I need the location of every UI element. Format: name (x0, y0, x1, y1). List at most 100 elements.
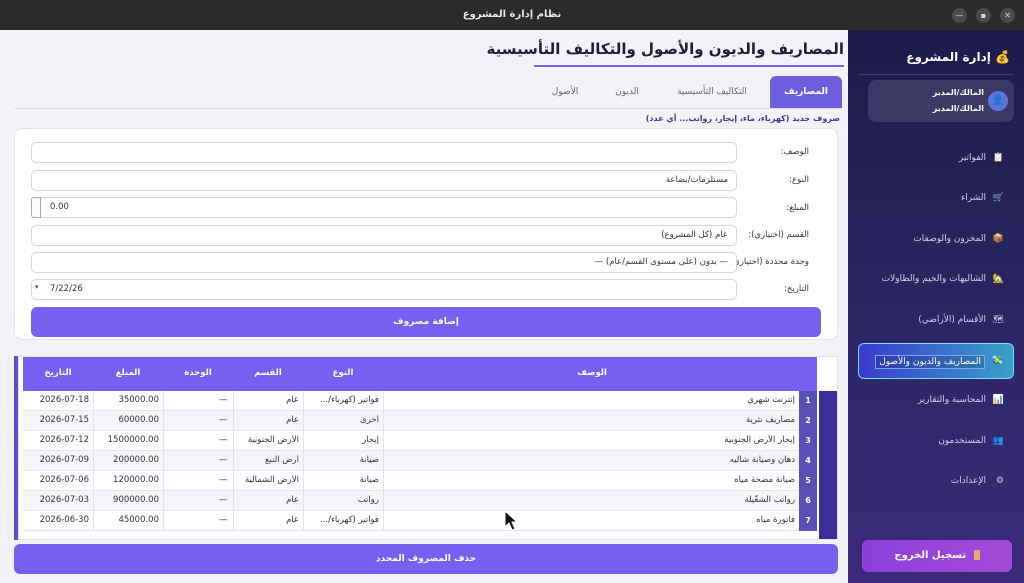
col-divider (303, 471, 304, 491)
row-number: 1 (799, 391, 817, 411)
sidebar-item-label: الأقسام (الأراضي) (918, 315, 986, 325)
sidebar-item-expenses[interactable]: 💸 المصاريف والديون والأصول (858, 343, 1014, 379)
sidebar-item-invoices[interactable]: 📋 الفواتير (858, 144, 1014, 174)
date-input[interactable]: 7/22/26 (31, 279, 737, 300)
logout-label: تسجيل الخروج (894, 550, 967, 561)
user-role: المالك/المدير (932, 88, 984, 97)
section-label: القسم (اختياري): (748, 230, 809, 240)
cell-unit: — (219, 395, 228, 405)
sidebar-item-label: المصاريف والديون والأصول (875, 355, 985, 369)
logout-button[interactable]: تسجيل الخروج (862, 540, 1012, 572)
sidebar-item-label: الإعدادات (950, 476, 986, 486)
tab-debts[interactable]: الديون (592, 76, 662, 108)
header-section[interactable]: القسم (233, 368, 303, 378)
table-row[interactable]: 3 إيجار الأرض الجنوبية إيجار الأرض الجنو… (23, 431, 817, 451)
amount-stepper[interactable] (31, 197, 41, 218)
col-divider (163, 411, 164, 431)
sidebar-item-users[interactable]: 👥 المستخدمون (858, 427, 1014, 457)
mouse-cursor-icon (504, 510, 518, 531)
row-number: 6 (799, 491, 817, 511)
sidebar-item-purchasing[interactable]: 🛒 الشراء (858, 184, 1014, 214)
col-divider (93, 511, 94, 531)
sidebar-item-accounting[interactable]: 📊 المحاسبة والتقارير (858, 386, 1014, 416)
table-row[interactable]: 1 إنترنت شهري فواتير (كهرباء/... عام — 3… (23, 391, 817, 411)
maximize-button[interactable]: ▪ (976, 8, 991, 23)
date-label: التاريخ: (784, 284, 809, 294)
sidebar-item-label: الفواتير (958, 153, 986, 163)
cell-date: 2026-07-06 (39, 475, 89, 485)
sidebar-item-chalets[interactable]: 🏡 الشاليهات والخيم والطاولات (858, 265, 1014, 295)
col-divider (163, 491, 164, 511)
col-divider (233, 491, 234, 511)
sidebar-item-inventory[interactable]: 📦 المخزون والوصفات (858, 225, 1014, 255)
cell-description: صيانة مضخة مياه (734, 475, 795, 485)
tab-assets[interactable]: الأصول (530, 76, 600, 108)
cell-unit: — (219, 475, 228, 485)
cell-date: 2026-07-12 (39, 435, 89, 445)
close-button[interactable]: ✕ (1000, 8, 1015, 23)
unit-select[interactable]: — بدون (على مستوى القسم/عام) — (31, 252, 737, 273)
col-divider (93, 491, 94, 511)
col-divider (383, 431, 384, 451)
col-divider (233, 451, 234, 471)
col-divider (163, 451, 164, 471)
row-number: 2 (799, 411, 817, 431)
col-divider (93, 391, 94, 411)
cell-section: الأرض الجنوبية (247, 435, 299, 445)
chevron-down-icon[interactable]: ▾ (35, 283, 39, 291)
cell-amount: 60000.00 (118, 415, 159, 425)
tab-setup-costs[interactable]: التكاليف التأسيسية (662, 76, 762, 108)
amount-input[interactable]: 0.00 (31, 197, 737, 218)
col-divider (303, 411, 304, 431)
cell-description: رواتب الشغّيلة (744, 495, 795, 505)
add-expense-button[interactable]: إضافة مصروف (31, 307, 821, 337)
col-divider (383, 471, 384, 491)
expenses-table: الوصف النوع القسم الوحدة المبلغ التاريخ … (18, 356, 838, 540)
tab-expenses[interactable]: المصاريف (770, 76, 842, 108)
section-select[interactable]: عام (كل المشروع) (31, 225, 737, 246)
expense-form: الوصف: النوع: مستلزمات/بضاعة المبلغ: 0.0… (14, 128, 838, 340)
cell-amount: 120000.00 (113, 475, 159, 485)
col-divider (163, 431, 164, 451)
map-icon: 🗺 (992, 315, 1004, 325)
box-icon: 📦 (992, 234, 1004, 244)
col-divider (303, 491, 304, 511)
minimize-button[interactable]: — (952, 8, 967, 23)
table-row[interactable]: 6 رواتب الشغّيلة رواتب عام — 900000.00 2… (23, 491, 817, 511)
cell-date: 2026-06-30 (39, 515, 89, 525)
row-number-column (819, 391, 837, 539)
col-divider (383, 391, 384, 411)
sidebar-item-label: المحاسبة والتقارير (917, 395, 986, 405)
amount-label: المبلغ: (786, 203, 809, 213)
table-row[interactable]: 5 صيانة مضخة مياه صيانة الأرض الشمالية —… (23, 471, 817, 491)
type-label: النوع: (789, 175, 809, 185)
table-row[interactable]: 7 فاتورة مياه فواتير (كهرباء/... عام — 4… (23, 511, 817, 531)
cell-section: عام (286, 395, 299, 405)
sidebar-item-label: المخزون والوصفات (913, 234, 986, 244)
row-number: 3 (799, 431, 817, 451)
sidebar-item-settings[interactable]: ⚙ الإعدادات (858, 467, 1014, 497)
chart-icon: 📊 (992, 395, 1004, 405)
header-type[interactable]: النوع (303, 368, 383, 378)
type-select[interactable]: مستلزمات/بضاعة (31, 170, 737, 191)
window-title: نظام إدارة المشروع (462, 9, 562, 20)
cell-unit: — (219, 515, 228, 525)
header-amount[interactable]: المبلغ (93, 368, 163, 378)
header-date[interactable]: التاريخ (23, 368, 93, 378)
sidebar-item-sections[interactable]: 🗺 الأقسام (الأراضي) (858, 306, 1014, 336)
header-description[interactable]: الوصف (383, 368, 801, 378)
cell-date: 2026-07-09 (39, 455, 89, 465)
table-row[interactable]: 4 دهان وصيانة شاليه صيانة أرض النبع — 20… (23, 451, 817, 471)
cell-amount: 45000.00 (118, 515, 159, 525)
col-divider (233, 411, 234, 431)
house-icon: 🏡 (992, 274, 1004, 284)
cell-description: فاتورة مياه (756, 515, 795, 525)
header-unit[interactable]: الوحدة (163, 368, 233, 378)
window-titlebar: نظام إدارة المشروع — ▪ ✕ (0, 0, 1024, 30)
table-row[interactable]: 2 مصاريف نثرية أخرى عام — 60000.00 2026-… (23, 411, 817, 431)
delete-expense-button[interactable]: حذف المصروف المحدد (14, 544, 838, 574)
cell-unit: — (219, 495, 228, 505)
clipboard-icon: 📋 (992, 153, 1004, 163)
description-input[interactable] (31, 142, 737, 163)
brand-title: إدارة المشروع (906, 50, 991, 64)
